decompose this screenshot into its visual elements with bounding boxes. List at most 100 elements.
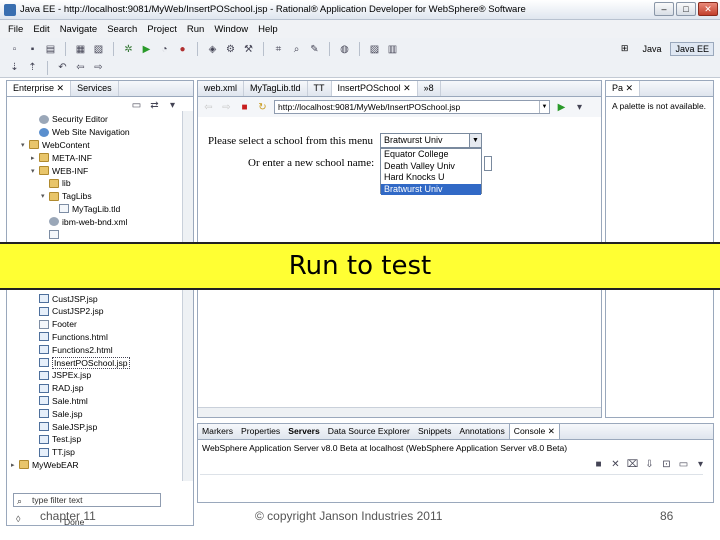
tree-item[interactable]: ▾ WebContent [7,139,193,152]
go-icon[interactable]: ▶ [555,101,568,114]
open-perspective-icon[interactable]: ⊞ [616,41,634,56]
tree-item[interactable]: ibm-web-bnd.xml [7,215,193,228]
tree-item[interactable]: Footer [7,318,193,331]
tree-item[interactable]: Test.jsp [7,433,193,446]
tree-item[interactable]: CustJSP2.jsp [7,305,193,318]
forward-icon[interactable]: ⇨ [220,101,233,114]
new-school-input[interactable] [484,156,492,171]
stop-icon[interactable]: ■ [238,101,251,114]
expand-toggle-icon[interactable]: ▾ [21,141,29,149]
menu-item-navigate[interactable]: Navigate [60,24,98,35]
tree-item[interactable]: Functions.html [7,331,193,344]
back-icon[interactable]: ⇦ [74,61,87,74]
console-output[interactable] [200,474,703,500]
new-icon[interactable]: ▫ [8,43,21,56]
school-option[interactable]: Bratwurst Univ [381,183,481,195]
editor-tab[interactable]: MyTagLib.tld [244,81,308,96]
menu-item-run[interactable]: Run [187,24,204,35]
display-console-icon[interactable]: ▭ [677,458,690,471]
tab-annotations[interactable]: Annotations [455,424,508,439]
publish-icon[interactable]: ▧ [92,43,105,56]
refresh-icon[interactable]: ↻ [256,101,269,114]
save-icon[interactable]: ▪ [26,43,39,56]
build-icon[interactable]: ⚒ [242,43,255,56]
tab-properties[interactable]: Properties [237,424,284,439]
menu-item-help[interactable]: Help [258,24,278,35]
editor-tab[interactable]: TT [308,81,332,96]
menu-icon[interactable]: ▾ [573,101,586,114]
chart-icon[interactable]: ▥ [386,43,399,56]
tree-item[interactable] [7,228,193,241]
menu-item-file[interactable]: File [8,24,23,35]
edit-icon[interactable]: ✎ [308,43,321,56]
open-console-icon[interactable]: ▾ [694,458,707,471]
open-type-icon[interactable]: ⌗ [272,43,285,56]
tree-scrollbar[interactable] [182,111,193,481]
remove-launch-icon[interactable]: ✕ [609,458,622,471]
maximize-button[interactable]: □ [676,2,696,16]
tree-item[interactable]: ▾ TagLibs [7,190,193,203]
tree-item[interactable]: Security Editor [7,113,193,126]
school-option[interactable]: Equator College [381,149,481,161]
menu-item-search[interactable]: Search [107,24,137,35]
tab-services[interactable]: Services [71,81,119,96]
tree-item[interactable]: Sale.html [7,395,193,408]
editor-tab[interactable]: InsertPOSchool ✕ [331,81,418,96]
school-option[interactable]: Death Valley Univ [381,161,481,173]
tree-item[interactable]: lib [7,177,193,190]
globe-icon[interactable]: ◍ [338,43,351,56]
tree-item[interactable]: ▸ META-INF [7,151,193,164]
expand-toggle-icon[interactable]: ▾ [41,192,49,200]
tree-item[interactable]: ▸ MyWebEAR [7,459,193,472]
next-annotation-icon[interactable]: ⇣ [8,61,21,74]
tree-item[interactable]: InsertPOSchool.jsp [7,356,193,369]
tree-item[interactable]: TT.jsp [7,446,193,459]
chevron-down-icon[interactable]: ▼ [469,134,481,147]
last-edit-icon[interactable]: ↶ [56,61,69,74]
terminate-icon[interactable]: ■ [592,458,605,471]
tree-item[interactable]: SaleJSP.jsp [7,420,193,433]
menu-item-project[interactable]: Project [147,24,177,35]
search-icon[interactable]: ⌕ [290,43,303,56]
clear-console-icon[interactable]: ⌧ [626,458,639,471]
settings-icon[interactable]: ⚙ [224,43,237,56]
external-tools-icon[interactable]: ● [176,43,189,56]
close-button[interactable]: ✕ [698,2,718,16]
tab-palette[interactable]: Pa ✕ [606,81,641,96]
tree-item[interactable]: JSPEx.jsp [7,369,193,382]
forward-icon[interactable]: ⇨ [92,61,105,74]
menu-item-window[interactable]: Window [214,24,248,35]
scroll-lock-icon[interactable]: ⇩ [643,458,656,471]
tab-data-source-explorer[interactable]: Data Source Explorer [324,424,414,439]
editor-tab[interactable]: »8 [418,81,441,96]
debug-icon[interactable]: ✲ [122,43,135,56]
tree-item[interactable]: Web Site Navigation [7,126,193,139]
prev-annotation-icon[interactable]: ⇡ [26,61,39,74]
url-input[interactable]: http://localhost:9081/MyWeb/InsertPOScho… [274,100,550,114]
minimize-button[interactable]: – [654,2,674,16]
profile-icon[interactable]: ◔ [158,43,171,56]
back-icon[interactable]: ⇦ [202,101,215,114]
expand-toggle-icon[interactable]: ▸ [31,154,39,162]
editor-tab[interactable]: web.xml [198,81,245,96]
editor-scrollbar[interactable] [198,407,601,417]
filter-input[interactable]: ⌕ type filter text [13,493,161,507]
expand-toggle-icon[interactable]: ▸ [11,461,19,469]
server-icon[interactable]: ▦ [74,43,87,56]
expand-toggle-icon[interactable]: ▾ [31,167,39,175]
menu-item-edit[interactable]: Edit [33,24,49,35]
tab-enterprise-explorer[interactable]: Enterprise ✕ [7,81,72,96]
new-class-icon[interactable]: ◈ [206,43,219,56]
school-option[interactable]: Hard Knocks U [381,172,481,184]
chevron-down-icon[interactable]: ▼ [539,101,549,113]
perspective-javaee[interactable]: Java EE [670,41,714,56]
tree-item[interactable]: Functions2.html [7,343,193,356]
print-icon[interactable]: ▤ [44,43,57,56]
image-icon[interactable]: ▨ [368,43,381,56]
pin-console-icon[interactable]: ⊡ [660,458,673,471]
tree-item[interactable]: CustJSP.jsp [7,292,193,305]
tab-snippets[interactable]: Snippets [414,424,455,439]
tree-item[interactable]: RAD.jsp [7,382,193,395]
tab-console[interactable]: Console ✕ [508,424,560,439]
run-icon[interactable]: ▶ [140,43,153,56]
